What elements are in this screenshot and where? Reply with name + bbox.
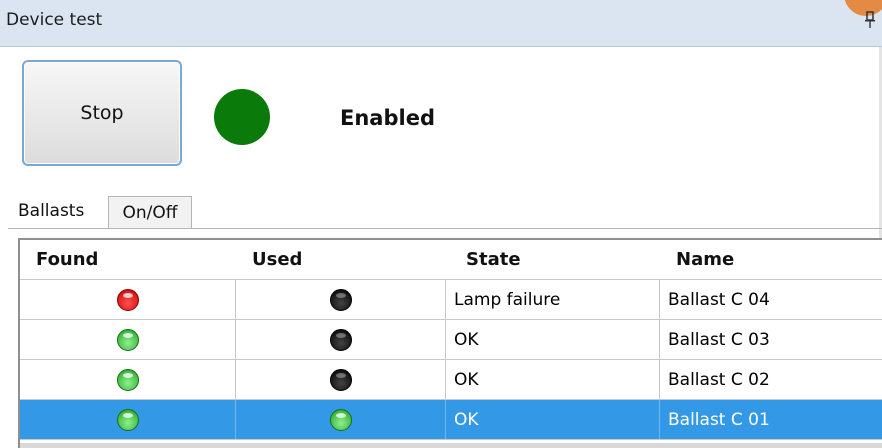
device-test-panel: Stop Enabled Ballasts On/Off Found Used … [0,47,882,448]
status-indicator-icon [214,89,270,145]
stop-button-label: Stop [80,102,124,124]
table-row[interactable]: OK Ballast C 03 [20,320,882,360]
tab-on-off[interactable]: On/Off [108,196,192,228]
state-cell: OK [446,360,660,399]
found-cell [20,280,236,319]
stop-button[interactable]: Stop [22,60,182,166]
used-cell [236,320,446,359]
tab-on-off-label: On/Off [122,202,178,223]
table-row[interactable]: Lamp failure Ballast C 04 [20,280,882,320]
used-cell [236,280,446,319]
name-cell: Ballast C 01 [668,409,770,430]
table-row[interactable]: OK Ballast C 01 [20,400,882,440]
panel-titlebar: Device test [0,0,882,47]
column-header-found[interactable]: Found [20,240,236,279]
state-cell: Lamp failure [446,280,660,319]
panel-title: Device test [6,10,103,30]
found-led-icon [116,408,139,431]
used-cell [236,360,446,399]
name-cell: Ballast C 03 [668,329,770,350]
used-led-icon [329,368,352,391]
ballasts-table: Found Used State Name Lamp failure Balla… [18,238,882,448]
table-row[interactable]: OK Ballast C 02 [20,360,882,400]
used-cell [236,400,446,439]
state-cell: OK [446,400,660,439]
found-cell [20,320,236,359]
pin-icon[interactable] [864,11,876,29]
name-cell: Ballast C 04 [668,289,770,310]
found-led-icon [116,368,139,391]
orange-corner-icon [844,0,882,16]
status-text: Enabled [340,106,435,130]
found-led-icon [116,328,139,351]
table-header: Found Used State Name [20,240,882,280]
table-footer [20,443,882,448]
used-led-icon [329,328,352,351]
column-header-name[interactable]: Name [660,240,882,279]
used-led-icon [329,288,352,311]
column-header-state[interactable]: State [446,240,660,279]
column-header-used[interactable]: Used [236,240,446,279]
found-cell [20,360,236,399]
state-cell: OK [446,320,660,359]
name-cell: Ballast C 02 [668,369,770,390]
found-led-icon [116,288,139,311]
tab-divider [8,228,882,229]
tab-ballasts[interactable]: Ballasts [18,201,84,221]
used-led-icon [329,408,352,431]
found-cell [20,400,236,439]
